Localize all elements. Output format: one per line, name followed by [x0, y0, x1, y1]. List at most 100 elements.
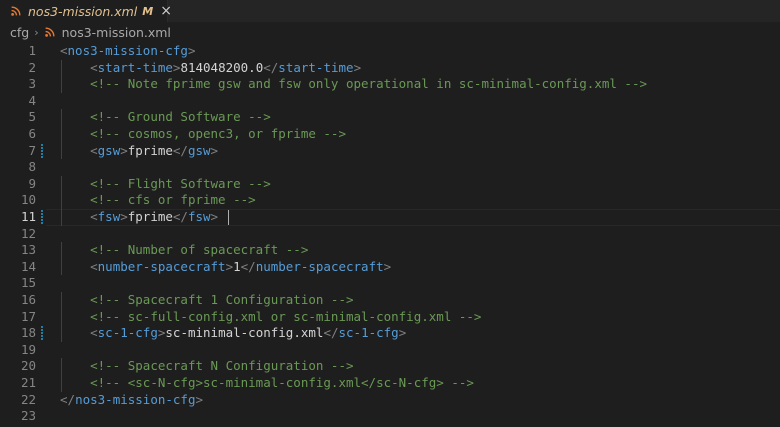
line-number: 9: [28, 175, 36, 191]
line-number: 4: [28, 92, 36, 108]
xml-bracket: >: [353, 59, 362, 75]
code-line[interactable]: 8: [0, 159, 780, 176]
line-number: 13: [20, 242, 36, 258]
code-line[interactable]: 5 <!-- Ground Software -->: [0, 109, 780, 126]
line-number: 19: [20, 341, 36, 357]
code-line[interactable]: 3 <!-- Note fprime gsw and fsw only oper…: [0, 76, 780, 93]
breadcrumb-folder[interactable]: cfg: [10, 25, 29, 40]
xml-bracket: <: [90, 209, 98, 224]
code-content: <!-- cosmos, openc3, or fprime -->: [60, 126, 346, 143]
code-content: <!-- Note fprime gsw and fsw only operat…: [60, 76, 647, 93]
xml-tag-name: nos3-mission-cfg: [67, 43, 188, 58]
xml-tag-name: sc-1-cfg: [97, 325, 158, 341]
code-line[interactable]: 14 <number-spacecraft>1</number-spacecra…: [0, 258, 780, 276]
rss-icon: [11, 6, 21, 16]
xml-bracket: <: [90, 325, 98, 341]
xml-tag-name: nos3-mission-cfg: [75, 391, 196, 407]
line-number: 10: [20, 192, 36, 208]
xml-bracket: <: [90, 59, 98, 75]
xml-bracket: >: [120, 209, 128, 224]
xml-comment: <!-- Note fprime gsw and fsw only operat…: [90, 76, 648, 92]
xml-comment: <!-- Number of spacecraft -->: [90, 242, 309, 258]
tab-nos3-mission-xml[interactable]: nos3-mission.xml M ×: [0, 0, 172, 22]
code-line[interactable]: 19: [0, 342, 780, 359]
line-number: 23: [20, 408, 36, 424]
xml-bracket: >: [210, 209, 226, 224]
xml-comment: <!-- cfs or fprime -->: [90, 192, 256, 208]
line-number: 17: [20, 308, 36, 324]
code-editor[interactable]: 1 <nos3-mission-cfg> 2 <start-time>8140482…: [0, 42, 780, 427]
line-number: 21: [20, 375, 36, 390]
modified-line-indicator[interactable]: [41, 143, 43, 159]
code-content: <start-time>814048200.0</start-time>: [60, 60, 361, 77]
xml-bracket: >: [225, 258, 234, 274]
code-line[interactable]: 4: [0, 93, 780, 110]
line-number: 15: [20, 275, 36, 291]
xml-text: fprime: [127, 142, 173, 158]
line-number: 5: [28, 109, 36, 125]
code-line[interactable]: 20 <!-- Spacecraft N Configuration -->: [0, 358, 780, 375]
code-content: <gsw>fprime</gsw>: [60, 143, 218, 160]
xml-text: 1: [233, 258, 241, 274]
code-content: <!-- cfs or fprime -->: [60, 192, 256, 209]
code-content: <sc-1-cfg>sc-minimal-config.xml</sc-1-cf…: [60, 325, 406, 342]
xml-comment: <!-- Ground Software -->: [90, 109, 271, 125]
xml-tag-name: start-time: [278, 59, 354, 75]
xml-bracket: >: [383, 258, 392, 274]
xml-bracket: </: [172, 209, 188, 224]
code-line[interactable]: 17 <!-- sc-full-config.xml or sc-minimal…: [0, 308, 780, 326]
code-content: <!-- Number of spacecraft -->: [60, 242, 308, 259]
xml-bracket: </: [263, 59, 279, 75]
line-number: 2: [28, 59, 36, 75]
code-line[interactable]: 1 <nos3-mission-cfg>: [0, 43, 780, 60]
xml-tag-name: gsw: [97, 142, 121, 158]
code-line[interactable]: 15: [0, 275, 780, 292]
modified-indicator: M: [142, 4, 154, 18]
line-number: 14: [20, 258, 36, 274]
xml-bracket: >: [187, 43, 196, 58]
xml-bracket: </: [172, 142, 188, 158]
chevron-right-icon: ›: [34, 25, 39, 39]
xml-bracket: <: [60, 43, 68, 58]
code-line[interactable]: 10 <!-- cfs or fprime -->: [0, 192, 780, 209]
xml-bracket: <: [90, 258, 98, 274]
rss-icon: [44, 27, 55, 37]
text-cursor: [227, 210, 229, 225]
code-line[interactable]: 2 <start-time>814048200.0</start-time>: [0, 59, 780, 77]
xml-tag-name: number-spacecraft: [255, 258, 384, 274]
xml-comment: <!-- Spacecraft 1 Configuration -->: [90, 292, 354, 307]
code-line[interactable]: 6 <!-- cosmos, openc3, or fprime -->: [0, 126, 780, 143]
modified-line-indicator[interactable]: [41, 326, 43, 341]
code-line[interactable]: 21 <!-- <sc-N-cfg>sc-minimal-config.xml<…: [0, 375, 780, 392]
line-number: 12: [20, 225, 36, 241]
code-line[interactable]: 11 <fsw>fprime</fsw>: [0, 209, 780, 226]
code-line[interactable]: 13 <!-- Number of spacecraft -->: [0, 242, 780, 259]
code-line[interactable]: 22 </nos3-mission-cfg>: [0, 392, 780, 409]
xml-comment: <!-- sc-full-config.xml or sc-minimal-co…: [90, 308, 482, 324]
xml-comment: <!-- <sc-N-cfg>sc-minimal-config.xml</sc…: [90, 375, 474, 390]
line-number: 18: [20, 325, 36, 341]
line-number: 20: [20, 358, 36, 374]
code-content: <number-spacecraft>1</number-spacecraft>: [60, 259, 391, 276]
line-number: 8: [28, 159, 36, 175]
xml-bracket: </: [60, 391, 76, 407]
code-content: <!-- Spacecraft 1 Configuration -->: [60, 292, 354, 309]
breadcrumb: cfg › nos3-mission.xml: [0, 22, 780, 42]
close-icon[interactable]: ×: [160, 4, 172, 18]
code-line[interactable]: 7 <gsw>fprime</gsw>: [0, 142, 780, 160]
code-line[interactable]: 9 <!-- Flight Software -->: [0, 175, 780, 193]
code-line[interactable]: 18 <sc-1-cfg>sc-minimal-config.xml</sc-1…: [0, 325, 780, 342]
code-line[interactable]: 23: [0, 408, 780, 425]
code-line[interactable]: 16 <!-- Spacecraft 1 Configuration -->: [0, 292, 780, 309]
xml-text: fprime: [127, 209, 173, 224]
line-number: 16: [20, 292, 36, 307]
line-number: 6: [28, 126, 36, 141]
code-line[interactable]: 12: [0, 226, 780, 243]
xml-bracket: >: [210, 142, 219, 158]
modified-line-indicator[interactable]: [41, 210, 43, 225]
xml-comment: <!-- cosmos, openc3, or fprime -->: [90, 126, 346, 141]
tab-bar: nos3-mission.xml M ×: [0, 0, 780, 22]
breadcrumb-file[interactable]: nos3-mission.xml: [62, 25, 171, 40]
code-content: <!-- <sc-N-cfg>sc-minimal-config.xml</sc…: [60, 375, 474, 392]
code-content: <!-- Spacecraft N Configuration -->: [60, 358, 353, 375]
